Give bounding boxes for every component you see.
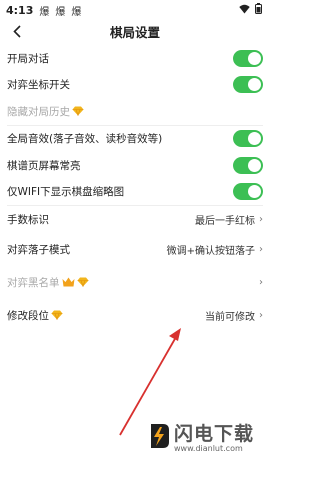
setting-move-mode[interactable]: 对弈落子模式 微调+确认按钮落子 › [0,233,270,266]
notification-icon: 爆 [55,6,66,18]
setting-coordinates: 对弈坐标开关 [0,72,270,99]
setting-value: 最后一手红标 [195,215,255,227]
crown-icon [62,277,74,287]
chevron-right-icon: › [259,213,263,225]
setting-label: 全局音效(落子音效、读秒音效等) [7,133,163,146]
status-bar: 4:13 爆 爆 爆 [0,0,270,20]
back-button[interactable] [8,21,26,41]
setting-change-rank[interactable]: 修改段位 当前可修改 › [0,299,270,332]
toggle-switch[interactable] [233,49,263,67]
chevron-right-icon: › [259,309,263,321]
setting-wifi-thumbnail: 仅WIFI下显示棋盘缩略图 [0,179,270,206]
setting-global-sound: 全局音效(落子音效、读秒音效等) [0,126,270,153]
diamond-icon [77,277,88,287]
chevron-left-icon [13,24,21,38]
watermark-title: 闪电下载 [174,423,255,445]
setting-move-marker[interactable]: 手数标识 最后一手红标 › [0,206,270,233]
setting-label: 对弈落子模式 [7,243,70,256]
chevron-right-icon: › [259,276,263,288]
toggle-switch[interactable] [233,156,263,174]
battery-icon [255,3,262,17]
notification-icon: 爆 [71,6,82,18]
toggle-switch[interactable] [233,76,263,94]
header: 棋局设置 [0,20,270,42]
page-title: 棋局设置 [109,24,160,40]
setting-label: 隐藏对局历史 [7,105,70,118]
toggle-switch[interactable] [233,183,263,201]
setting-opening-dialogue: 开局对话 [0,45,270,72]
watermark-url: www.dianlut.com [174,444,243,453]
diamond-icon [72,106,84,117]
chevron-right-icon: › [259,243,263,255]
setting-value: 当前可修改 [205,311,255,323]
setting-value: 微调+确认按钮落子 [166,245,255,257]
settings-list: 开局对话 对弈坐标开关 隐藏对局历史 全局音效(落子音效、读秒音效等) 棋谱页屏… [0,45,270,332]
setting-label: 开局对话 [7,52,49,65]
watermark: 闪电下载 www.dianlut.com [148,419,254,453]
wifi-icon [239,4,250,17]
setting-blacklist[interactable]: 对弈黑名单 › [0,266,270,299]
setting-label: 仅WIFI下显示棋盘缩略图 [7,186,125,199]
status-time: 4:13 [6,3,34,17]
diamond-icon [51,310,63,320]
setting-label: 棋谱页屏幕常亮 [7,159,81,172]
setting-label: 修改段位 [7,309,49,322]
toggle-switch[interactable] [233,130,263,148]
lightning-logo-icon [151,424,169,448]
setting-screen-on: 棋谱页屏幕常亮 [0,152,270,179]
notification-icon: 爆 [39,6,50,18]
setting-label: 手数标识 [7,213,49,226]
setting-label: 对弈坐标开关 [7,79,70,92]
setting-hide-history[interactable]: 隐藏对局历史 [0,98,270,125]
setting-label: 对弈黑名单 [7,276,60,289]
